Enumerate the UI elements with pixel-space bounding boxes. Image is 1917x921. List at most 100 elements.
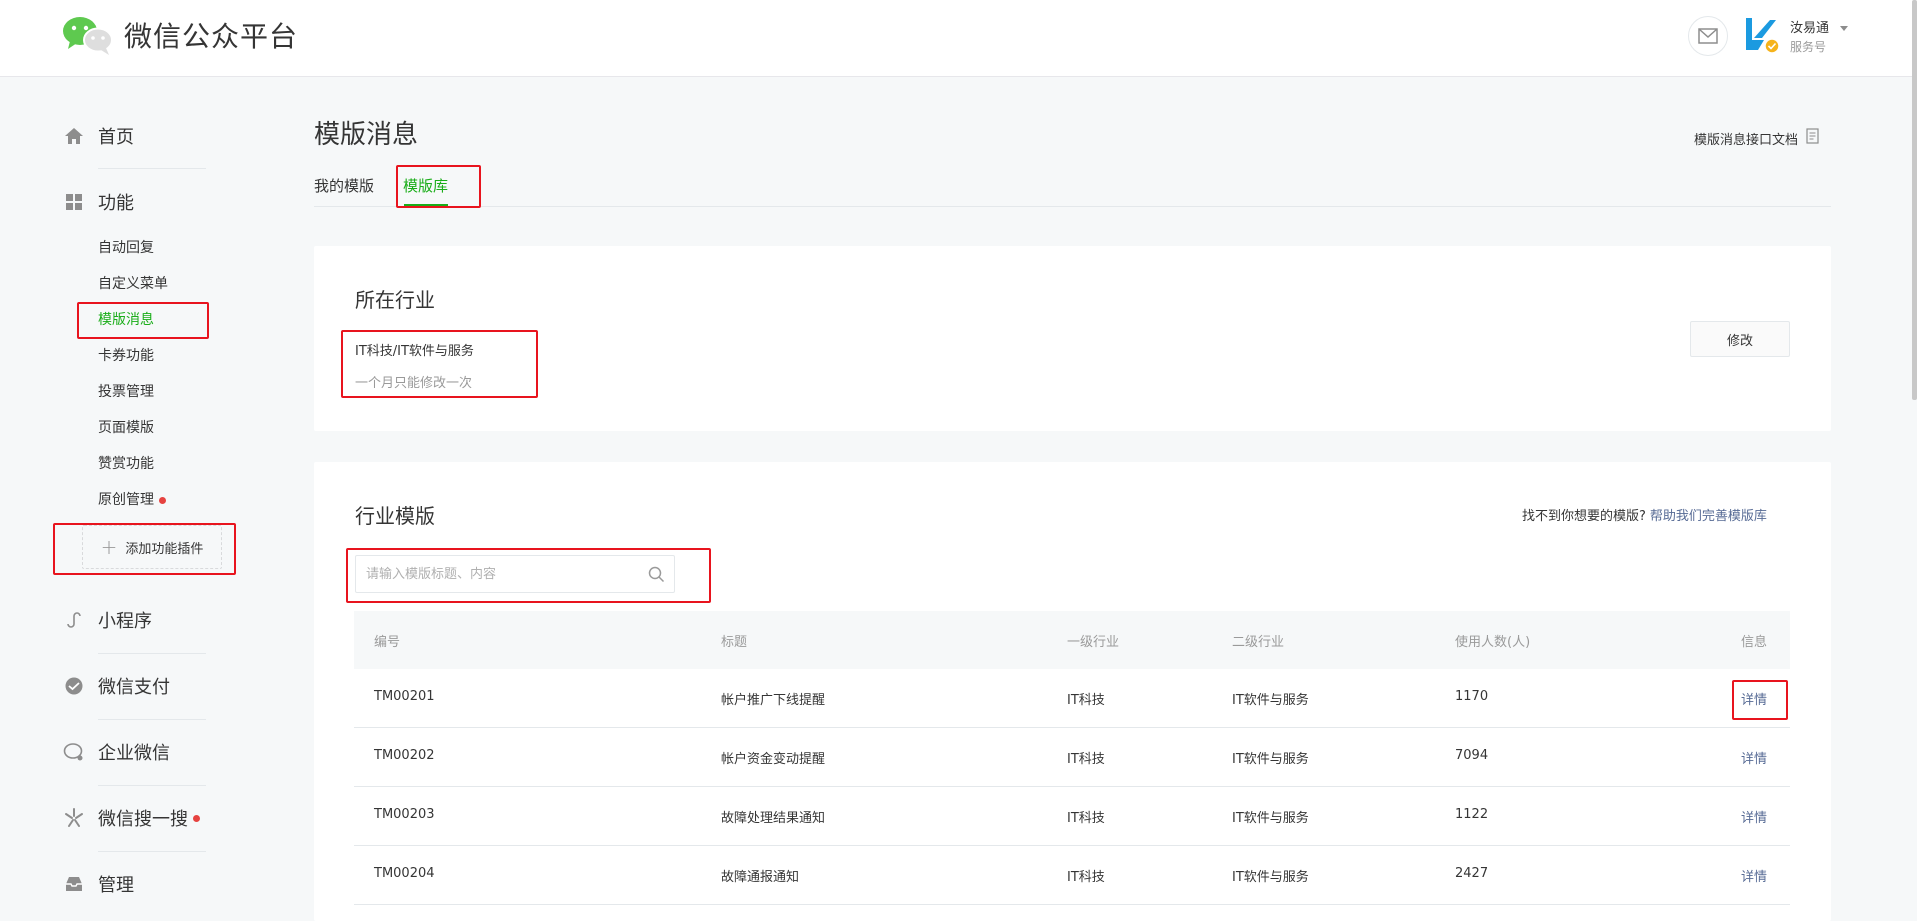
- current-industry: IT科技/IT软件与服务: [355, 344, 474, 359]
- table-row: TM00201 帐户推广下线提醒 IT科技 IT软件与服务 1170 详情: [354, 669, 1790, 728]
- account-avatar[interactable]: [1740, 14, 1782, 56]
- search-input[interactable]: [366, 556, 626, 592]
- account-type: 服务号: [1790, 40, 1827, 54]
- sidebar-item-label: 首页: [98, 127, 134, 148]
- cell-title: 帐户推广下线提醒: [721, 693, 826, 708]
- sidebar-item-label: 小程序: [98, 611, 152, 632]
- platform-title: 微信公众平台: [124, 20, 299, 53]
- plus-icon: +: [100, 535, 118, 559]
- top-bar: 微信公众平台 汝易通 服务号: [0, 0, 1917, 77]
- sidebar-item-wechat-search[interactable]: 微信搜一搜: [62, 805, 200, 831]
- cell-users: 2427: [1455, 866, 1489, 881]
- sidebar-sub-custom-menu[interactable]: 自定义菜单: [98, 273, 168, 293]
- add-plugin-button[interactable]: + 添加功能插件: [82, 525, 222, 569]
- tab-bar: 我的模版 模版库: [314, 170, 1831, 207]
- sidebar-sub-reward[interactable]: 赞赏功能: [98, 453, 154, 473]
- cell-users: 7094: [1455, 748, 1489, 763]
- tab-template-library[interactable]: 模版库: [403, 175, 448, 196]
- sidebar-item-home[interactable]: 首页: [62, 123, 134, 149]
- column-header: 二级行业: [1232, 635, 1285, 650]
- cell-title: 故障处理结果通知: [721, 811, 826, 826]
- table-row: TM00202 帐户资金变动提醒 IT科技 IT软件与服务 7094 详情: [354, 728, 1790, 787]
- detail-link[interactable]: 详情: [1741, 807, 1767, 826]
- inbox-icon: [62, 872, 86, 896]
- sidebar-item-wechat-pay[interactable]: 微信支付: [62, 673, 170, 699]
- cell-industry1: IT科技: [1067, 870, 1105, 885]
- cell-industry2: IT软件与服务: [1232, 693, 1309, 708]
- help-link[interactable]: 帮助我们完善模版库: [1650, 509, 1767, 524]
- cell-industry1: IT科技: [1067, 752, 1105, 767]
- detail-link[interactable]: 详情: [1741, 866, 1767, 885]
- industry-card-title: 所在行业: [355, 288, 435, 312]
- page-scrollbar[interactable]: [1912, 0, 1917, 400]
- industry-note: 一个月只能修改一次: [355, 376, 473, 391]
- notification-dot: [159, 496, 166, 504]
- sidebar: 首页 功能 自动回复 自定义菜单 模版消息 卡券功能 投票管理 页面模版 赞赏功…: [0, 77, 260, 921]
- page-title: 模版消息: [314, 120, 419, 150]
- sidebar-divider: [98, 168, 206, 169]
- template-card-title: 行业模版: [355, 504, 435, 528]
- help-text: 找不到你想要的模版? 帮助我们完善模版库: [1522, 505, 1767, 524]
- sidebar-item-enterprise-wechat[interactable]: 企业微信: [62, 739, 170, 765]
- industry-card: [314, 246, 1831, 431]
- cell-id: TM00201: [374, 689, 435, 704]
- wechat-logo-icon: [63, 17, 113, 55]
- column-header: 一级行业: [1067, 635, 1120, 650]
- sidebar-item-label: 微信搜一搜: [98, 809, 188, 830]
- wechat-search-icon: [62, 806, 86, 830]
- sidebar-item-features[interactable]: 功能: [62, 189, 134, 215]
- detail-link[interactable]: 详情: [1741, 689, 1767, 708]
- grid-icon: [62, 190, 86, 214]
- column-header: 信息: [1741, 635, 1768, 650]
- sidebar-item-label: 原创管理: [98, 492, 154, 508]
- sidebar-item-label: 企业微信: [98, 743, 170, 764]
- sidebar-divider: [98, 785, 206, 786]
- tab-my-templates[interactable]: 我的模版: [314, 175, 374, 196]
- doc-link[interactable]: 模版消息接口文档: [1694, 128, 1819, 148]
- cell-title: 帐户资金变动提醒: [721, 752, 826, 767]
- sidebar-sub-vote[interactable]: 投票管理: [98, 381, 154, 401]
- cell-industry2: IT软件与服务: [1232, 752, 1309, 767]
- cell-id: TM00203: [374, 807, 435, 822]
- enterprise-wechat-icon: [62, 740, 86, 764]
- chevron-down-icon[interactable]: [1840, 26, 1848, 31]
- sidebar-item-mini-program[interactable]: 小程序: [62, 607, 152, 633]
- search-icon[interactable]: [648, 566, 665, 587]
- column-header: 编号: [374, 635, 401, 650]
- column-header: 标题: [721, 635, 748, 650]
- detail-link[interactable]: 详情: [1741, 748, 1767, 767]
- help-question: 找不到你想要的模版?: [1522, 509, 1646, 524]
- platform-logo[interactable]: 微信公众平台: [62, 14, 298, 56]
- mini-program-icon: [62, 608, 86, 632]
- active-tab-indicator: [404, 204, 448, 207]
- account-name[interactable]: 汝易通: [1790, 17, 1829, 36]
- cell-users: 1170: [1455, 689, 1489, 704]
- sidebar-sub-original[interactable]: 原创管理: [98, 489, 166, 509]
- cell-id: TM00202: [374, 748, 435, 763]
- cell-industry2: IT软件与服务: [1232, 811, 1309, 826]
- template-search: [355, 555, 675, 593]
- sidebar-item-manage[interactable]: 管理: [62, 871, 134, 897]
- notification-dot: [193, 814, 200, 822]
- table-header: 编号 标题 一级行业 二级行业 使用人数(人) 信息: [354, 611, 1790, 669]
- sidebar-sub-template-message[interactable]: 模版消息: [98, 309, 154, 329]
- mail-button[interactable]: [1688, 16, 1728, 56]
- cell-title: 故障通报通知: [721, 870, 800, 885]
- document-icon: [1806, 128, 1819, 148]
- table-row: TM00203 故障处理结果通知 IT科技 IT软件与服务 1122 详情: [354, 787, 1790, 846]
- sidebar-sub-card-coupon[interactable]: 卡券功能: [98, 345, 154, 365]
- cell-industry1: IT科技: [1067, 693, 1105, 708]
- sidebar-sub-page-template[interactable]: 页面模版: [98, 417, 154, 437]
- modify-industry-button[interactable]: 修改: [1690, 321, 1790, 357]
- sidebar-divider: [98, 851, 206, 852]
- template-table: 编号 标题 一级行业 二级行业 使用人数(人) 信息 TM00201 帐户推广下…: [354, 611, 1790, 905]
- sidebar-sub-auto-reply[interactable]: 自动回复: [98, 237, 154, 257]
- add-plugin-label: 添加功能插件: [125, 541, 204, 557]
- sidebar-divider: [98, 653, 206, 654]
- sidebar-item-label: 管理: [98, 875, 134, 896]
- table-row: TM00204 故障通报通知 IT科技 IT软件与服务 2427 详情: [354, 846, 1790, 905]
- mail-icon: [1698, 28, 1718, 44]
- sidebar-divider: [98, 719, 206, 720]
- sidebar-item-label: 微信支付: [98, 677, 170, 698]
- sidebar-item-label: 功能: [98, 193, 134, 214]
